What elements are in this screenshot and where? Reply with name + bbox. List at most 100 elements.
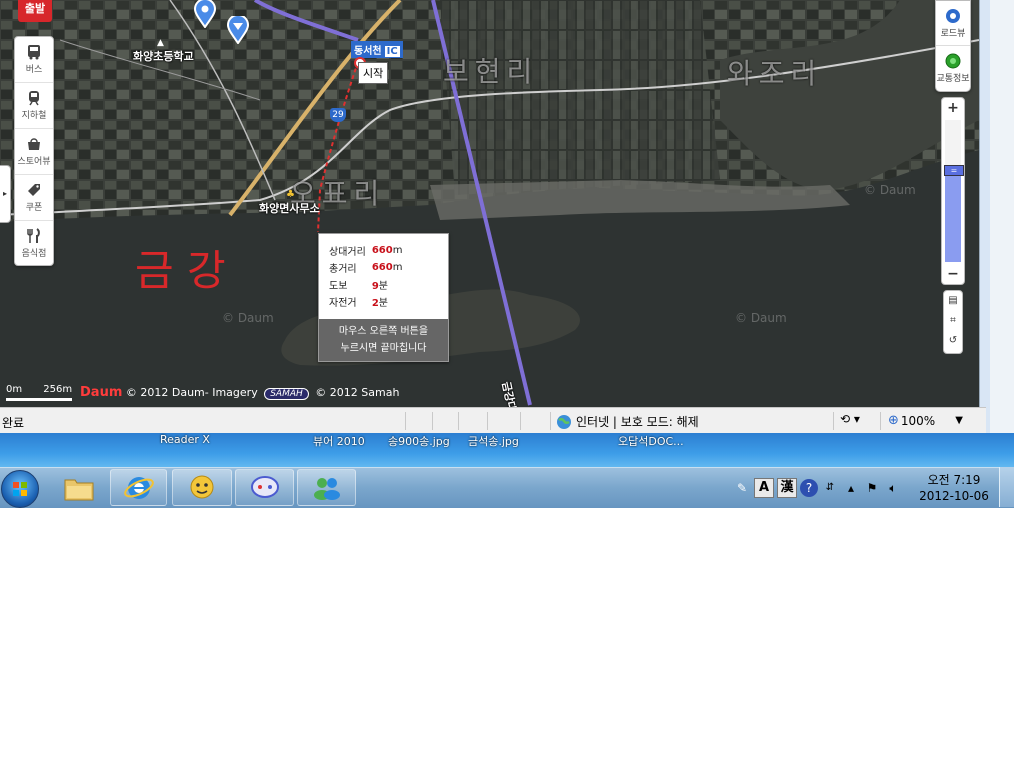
hint-line: 누르시면 끝마칩니다 [340,343,427,354]
desktop-icon-label[interactable]: Reader X [160,433,210,446]
distance-hint: 마우스 오른쪽 버튼을 누르시면 끝마칩니다 [319,319,448,361]
toolbar-item-coupon[interactable]: 쿠폰 [15,175,53,221]
desktop-wallpaper: Reader X 뷰어 2010 송900송.jpg 금석송.jpg 오답석DO… [0,433,1014,467]
daum-logo: Daum [80,385,123,400]
daum-watermark: © Daum [222,311,274,325]
map-view-panel: 로드뷰 교통정보 [935,0,971,92]
distance-table: 상대거리 660m 총거리 660m 도보 9분 자전거 2분 [329,242,402,310]
background-window [990,0,1014,433]
roadview-button[interactable]: 로드뷰 [936,1,970,46]
zoom-in-button[interactable]: + [942,98,964,118]
coupon-icon [28,184,40,196]
traffic-button[interactable]: 교통정보 [936,46,970,90]
toolbar-item-store[interactable]: 스토어뷰 [15,129,53,175]
toolbar-label: 지하철 [21,111,47,121]
zoom-slider-track[interactable]: = [944,120,964,262]
globe-icon [557,414,571,429]
ime-mode-button[interactable]: A [754,478,774,498]
map-pin-icon[interactable] [227,16,249,44]
start-badge[interactable]: 출발 [18,0,52,22]
office-label[interactable]: 화양면사무소 [259,200,320,216]
zoom-slider-knob[interactable]: = [944,164,964,176]
distance-value: 660m [371,262,403,273]
chat-face-icon [190,475,214,498]
scale-distance: 256m [43,384,73,395]
copyright: Daum © 2012 Daum- Imagery SAMAH © 2012 S… [80,385,399,400]
samah-logo: SAMAH [264,388,309,400]
desktop-icon-label[interactable]: 오답석DOC... [618,433,684,449]
distance-info-popup: 상대거리 660m 총거리 660m 도보 9분 자전거 2분 마우스 오른쪽 … [318,233,449,362]
volume-icon[interactable]: 🔈︎ [884,479,902,497]
users-icon [313,477,340,500]
samah-copyright: © 2012 Samah [315,386,400,399]
school-label[interactable]: 화양초등학교 [133,48,194,64]
taskbar-internet-explorer[interactable] [110,469,167,506]
zoom-slider-fill [945,169,961,262]
toolbar-label: 버스 [25,65,43,75]
distance-label: 도보 [329,281,348,292]
desktop-icon-label[interactable]: 송900송.jpg [388,433,450,449]
start-button[interactable] [1,470,39,508]
zoom-out-button[interactable]: − [942,264,964,284]
security-zone[interactable]: 인터넷 | 보호 모드: 해제 [556,413,699,430]
daum-copyright: © 2012 Daum- Imagery [125,386,258,399]
zoom-level-button[interactable]: ⊕ 100% ▼ [888,413,963,428]
show-hidden-icons-chevron-icon[interactable]: ▴ [842,479,860,497]
daum-watermark: © Daum [735,311,787,325]
chevron-down-icon[interactable]: ▼ [955,415,963,426]
distance-row: 총거리 660m [329,259,402,276]
status-separator [550,412,551,430]
taskbar-people-app[interactable] [297,469,356,506]
windows-logo-icon [13,482,27,496]
distance-row: 자전거 2분 [329,293,402,310]
chat-bubble-icon [250,475,279,498]
reset-icon[interactable]: ↺ [944,331,962,351]
traffic-icon [945,53,961,68]
taskbar: ✎ A 漢 ? ⇵ ▴ ⚑ 🔈︎ 오전 7:19 2012-10-06 [0,467,1014,508]
satellite-map[interactable]: 보현리 와조리 오표리 화양초등학교 화양면사무소 금강대교 © Daum © … [0,0,979,407]
toolbar-item-restaurant[interactable]: 음식점 [15,221,53,266]
ime-options-icon[interactable]: ⇵ [821,479,839,497]
status-separator [833,412,834,430]
ic-label: 동서천 IC [351,41,403,58]
taskbar-chat-app[interactable] [235,469,294,506]
system-tray: ✎ A 漢 ? ⇵ ▴ ⚑ 🔈︎ [733,474,902,502]
hint-line: 마우스 오른쪽 버튼을 [338,326,429,337]
distance-value: 660m [371,245,403,256]
show-desktop-button[interactable] [999,467,1014,507]
map-pin-icon[interactable] [194,0,216,28]
scale-zero: 0m [6,384,23,395]
place-wajo: 와조리 [727,57,823,90]
panel-expand-handle[interactable]: ▸ [0,165,11,223]
distance-label: 총거리 [329,264,357,275]
school-icon: ▲ [157,38,164,48]
status-separator [520,412,521,430]
distance-value: 9분 [371,281,388,292]
popup-blocker-icon[interactable]: ⟲ ▾ [840,412,860,426]
pen-icon[interactable]: ✎ [733,479,751,497]
desktop-icon-label[interactable]: 뷰어 2010 [313,433,365,449]
status-text: 완료 [2,416,25,430]
zone-text: 인터넷 | 보호 모드: 해제 [576,415,699,429]
desktop-icon-label[interactable]: 금석송.jpg [468,433,519,449]
toolbar-item-subway[interactable]: 지하철 [15,83,53,129]
distance-row: 도보 9분 [329,276,402,293]
toolbar-label: 쿠폰 [25,203,43,213]
taskbar-messenger-app[interactable] [172,469,232,506]
area-icon[interactable]: ⌗ [944,311,962,331]
internet-explorer-icon [123,476,154,499]
folder-icon [64,479,94,500]
clock[interactable]: 오전 7:19 2012-10-06 [918,472,990,504]
taskbar-explorer[interactable] [50,469,108,506]
ic-name: 동서천 [354,46,382,57]
bus-icon [28,45,40,60]
ime-hanja-button[interactable]: 漢 [777,478,797,498]
action-center-flag-icon[interactable]: ⚑ [863,479,881,497]
toolbar-item-bus[interactable]: 버스 [15,37,53,83]
distance-label: 자전거 [329,298,357,309]
clock-time: 오전 7:19 [927,473,981,487]
ruler-icon[interactable]: ▤ [944,291,962,311]
map-tools-panel: ▤ ⌗ ↺ [943,290,963,354]
help-icon[interactable]: ? [800,479,818,497]
status-separator [432,412,433,430]
